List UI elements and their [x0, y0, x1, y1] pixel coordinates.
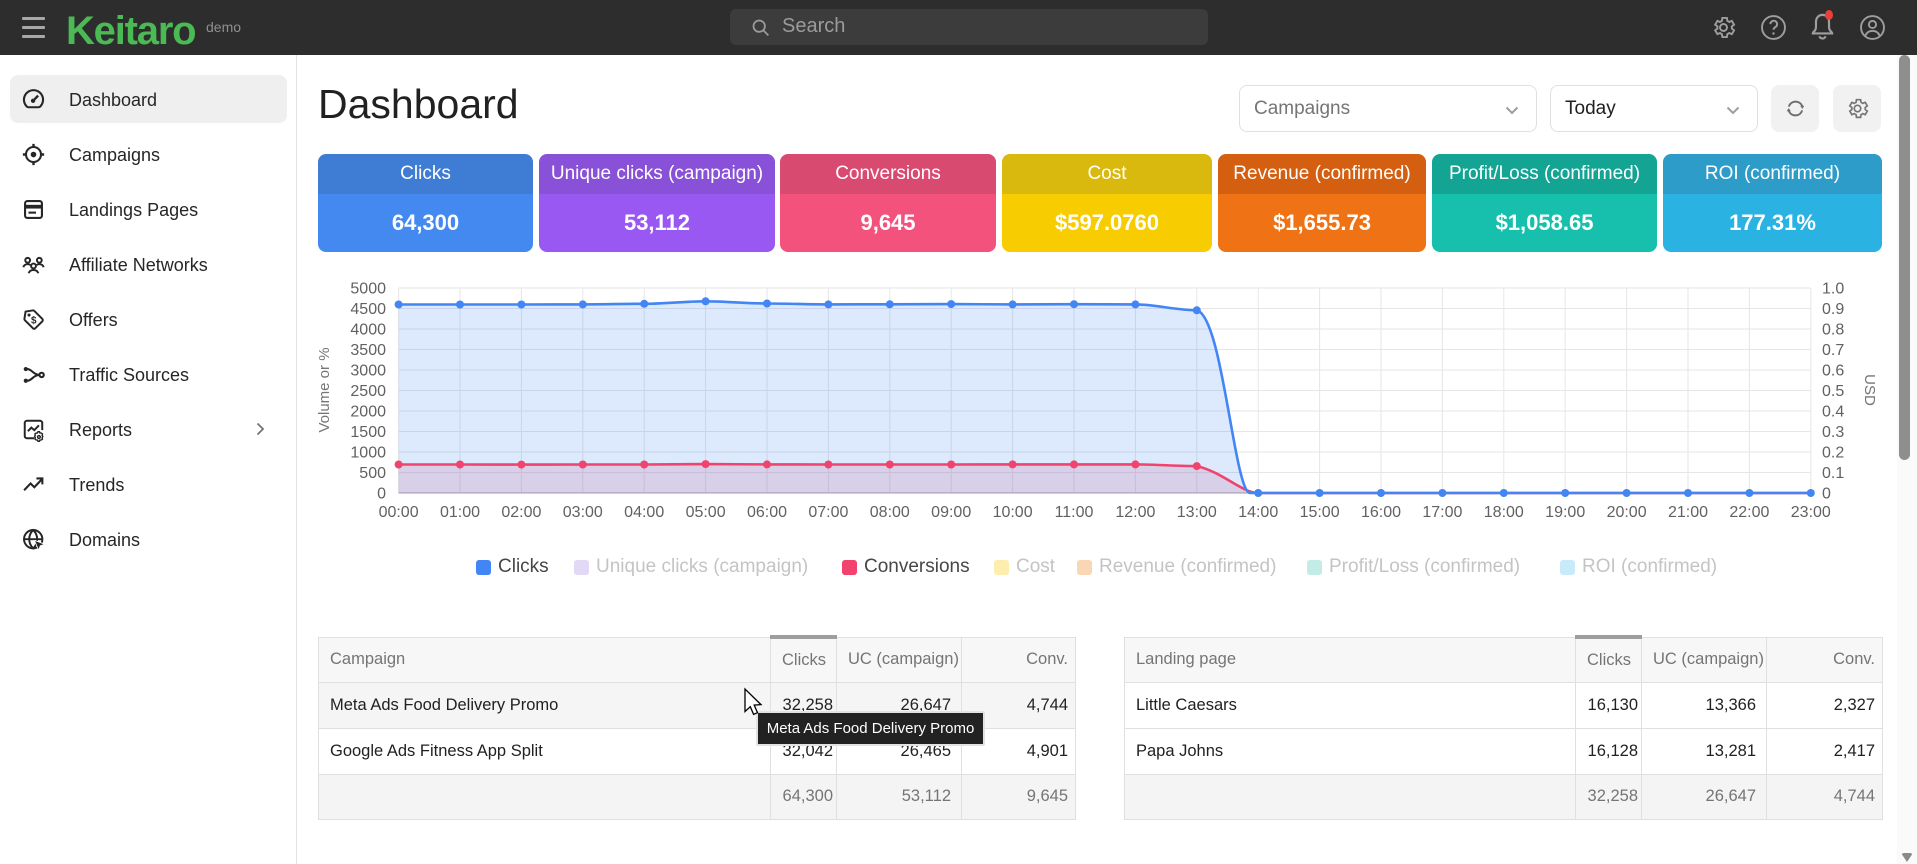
svg-text:3500: 3500: [350, 342, 386, 359]
svg-text:4500: 4500: [350, 301, 386, 318]
svg-text:06:00: 06:00: [747, 504, 787, 521]
svg-text:0.6: 0.6: [1822, 363, 1844, 380]
svg-text:02:00: 02:00: [501, 504, 541, 521]
svg-text:2000: 2000: [350, 404, 386, 421]
svg-text:19:00: 19:00: [1545, 504, 1585, 521]
svg-text:13:00: 13:00: [1177, 504, 1217, 521]
svg-text:07:00: 07:00: [808, 504, 848, 521]
svg-text:20:00: 20:00: [1607, 504, 1647, 521]
svg-text:0.3: 0.3: [1822, 424, 1844, 441]
svg-text:18:00: 18:00: [1484, 504, 1524, 521]
svg-text:4000: 4000: [350, 322, 386, 339]
svg-text:0: 0: [1822, 486, 1831, 503]
svg-text:22:00: 22:00: [1729, 504, 1769, 521]
svg-text:0.2: 0.2: [1822, 445, 1844, 462]
svg-text:0.5: 0.5: [1822, 383, 1844, 400]
svg-text:500: 500: [359, 465, 386, 482]
svg-text:2500: 2500: [350, 383, 386, 400]
svg-text:5000: 5000: [350, 281, 386, 298]
svg-text:10:00: 10:00: [993, 504, 1033, 521]
svg-text:17:00: 17:00: [1422, 504, 1462, 521]
svg-text:09:00: 09:00: [931, 504, 971, 521]
svg-text:1.0: 1.0: [1822, 281, 1844, 298]
svg-text:1500: 1500: [350, 424, 386, 441]
svg-text:14:00: 14:00: [1238, 504, 1278, 521]
svg-text:0.9: 0.9: [1822, 301, 1844, 318]
svg-text:1000: 1000: [350, 445, 386, 462]
svg-text:01:00: 01:00: [440, 504, 480, 521]
svg-text:05:00: 05:00: [686, 504, 726, 521]
svg-text:23:00: 23:00: [1791, 504, 1831, 521]
svg-text:0.1: 0.1: [1822, 465, 1844, 482]
svg-text:Volume or %: Volume or %: [316, 347, 333, 432]
svg-text:11:00: 11:00: [1055, 504, 1094, 521]
svg-text:0: 0: [377, 486, 386, 503]
svg-text:21:00: 21:00: [1668, 504, 1708, 521]
svg-text:3000: 3000: [350, 363, 386, 380]
svg-text:USD: USD: [1861, 374, 1878, 406]
svg-text:04:00: 04:00: [624, 504, 664, 521]
svg-text:15:00: 15:00: [1300, 504, 1340, 521]
svg-text:00:00: 00:00: [379, 504, 419, 521]
svg-text:0.8: 0.8: [1822, 322, 1844, 339]
svg-text:16:00: 16:00: [1361, 504, 1401, 521]
svg-text:08:00: 08:00: [870, 504, 910, 521]
svg-text:$: $: [31, 315, 37, 326]
svg-text:0.4: 0.4: [1822, 404, 1844, 421]
svg-text:0.7: 0.7: [1822, 342, 1844, 359]
svg-text:03:00: 03:00: [563, 504, 603, 521]
svg-text:12:00: 12:00: [1115, 504, 1155, 521]
